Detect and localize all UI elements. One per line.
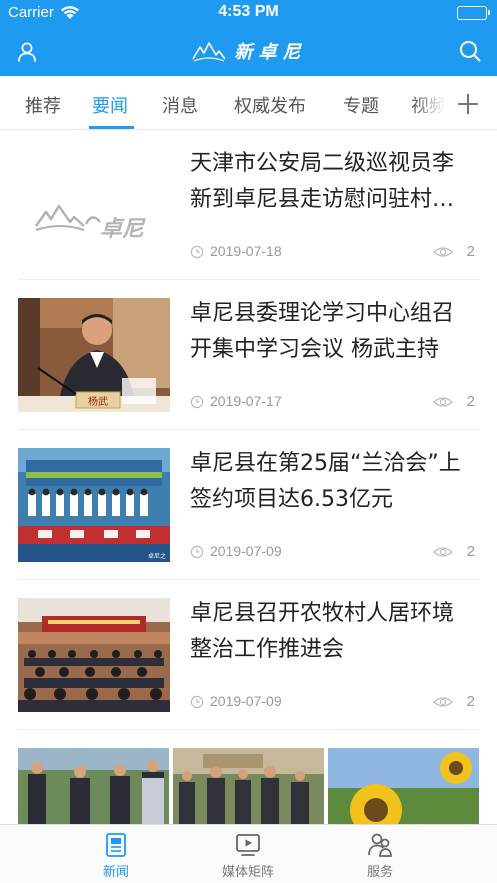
video-play-icon <box>236 834 260 856</box>
news-item[interactable]: 卓尼 天津市公安局二级巡视员李新到卓尼县走访慰问驻村帮扶工作队 2019-07-… <box>18 130 479 280</box>
news-date: 2019-07-09 <box>210 543 282 559</box>
news-meta: 2019-07-09 2 <box>190 542 475 562</box>
news-title[interactable]: 卓尼县在第25届“兰洽会”上签约项目达6.53亿元 <box>190 446 475 518</box>
eye-icon <box>433 547 453 557</box>
newspaper-icon <box>106 833 126 857</box>
news-item[interactable]: 卓尼县召开农牧村人居环境整治工作推进会 2019-07-09 2 <box>18 580 479 730</box>
gallery-photo <box>173 748 324 824</box>
bottom-tab-label: 服务 <box>366 865 393 880</box>
view-count: 2 <box>466 393 475 410</box>
news-thumbnail: 杨武 <box>18 298 170 412</box>
search-icon[interactable] <box>457 38 483 64</box>
news-meta: 2019-07-18 2 <box>190 242 475 262</box>
news-title[interactable]: 天津市公安局二级巡视员李新到卓尼县走访慰问驻村帮扶工作队 <box>190 146 475 218</box>
news-thumbnail <box>18 598 170 712</box>
battery-icon <box>457 6 490 20</box>
photo-gallery-item[interactable] <box>18 748 479 824</box>
news-title[interactable]: 卓尼县委理论学习中心组召开集中学习会议 杨武主持 <box>190 296 475 368</box>
clock-icon <box>190 695 204 709</box>
bottom-tab-label: 媒体矩阵 <box>221 865 274 880</box>
news-meta: 2019-07-17 2 <box>190 392 475 412</box>
svg-text:卓尼之: 卓尼之 <box>148 552 166 560</box>
eye-icon <box>433 247 453 257</box>
tab-messages[interactable]: 消息 <box>162 92 198 118</box>
news-item[interactable]: 卓尼之 卓尼县在第25届“兰洽会”上签约项目达6.53亿元 2019-07-09… <box>18 430 479 580</box>
view-count: 2 <box>466 543 475 560</box>
clock-icon <box>190 245 204 259</box>
news-date: 2019-07-18 <box>210 243 282 259</box>
news-thumbnail: 卓尼 <box>18 148 170 262</box>
news-date: 2019-07-17 <box>210 393 282 409</box>
svg-text:卓尼: 卓尼 <box>100 216 146 242</box>
tab-topics[interactable]: 专题 <box>343 92 379 118</box>
bottom-tab-label: 新闻 <box>102 865 129 880</box>
gallery-photo <box>18 748 169 824</box>
eye-icon <box>433 697 453 707</box>
news-date: 2019-07-09 <box>210 693 282 709</box>
view-count: 2 <box>466 243 475 260</box>
tab-headlines[interactable]: 要闻 <box>92 92 128 118</box>
news-title[interactable]: 卓尼县召开农牧村人居环境整治工作推进会 <box>190 596 475 668</box>
bottom-tab-media-matrix[interactable]: 媒体矩阵 <box>198 831 298 880</box>
top-bar: Carrier 4:53 PM 新卓尼 <box>0 0 497 76</box>
news-item[interactable]: 杨武 卓尼县委理论学习中心组召开集中学习会议 杨武主持 2019-07-17 2 <box>18 280 479 430</box>
bottom-tab-services[interactable]: 服务 <box>330 831 430 880</box>
mountain-logo-icon <box>191 42 226 62</box>
view-count: 2 <box>466 693 475 710</box>
tab-recommend[interactable]: 推荐 <box>25 92 61 118</box>
bottom-tab-bar: 新闻 媒体矩阵 服务 <box>0 824 497 883</box>
eye-icon <box>433 397 453 407</box>
news-meta: 2019-07-09 2 <box>190 692 475 712</box>
plus-icon[interactable] <box>452 88 484 120</box>
people-icon <box>368 833 392 857</box>
clock-icon <box>190 545 204 559</box>
header-nav: 新卓尼 <box>0 26 497 76</box>
svg-text:杨武: 杨武 <box>88 395 108 408</box>
category-tabs: 推荐 要闻 消息 权威发布 专题 视频 <box>0 76 497 130</box>
active-tab-indicator <box>89 126 134 129</box>
status-bar: Carrier 4:53 PM <box>0 0 497 26</box>
bottom-tab-news[interactable]: 新闻 <box>66 831 166 880</box>
clock-icon <box>190 395 204 409</box>
app-logo: 新卓尼 <box>0 36 497 66</box>
news-thumbnail: 卓尼之 <box>18 448 170 562</box>
app-title: 新卓尼 <box>234 42 307 63</box>
status-time: 4:53 PM <box>218 3 279 20</box>
tab-official-releases[interactable]: 权威发布 <box>234 92 306 118</box>
gallery-photo <box>328 748 479 824</box>
